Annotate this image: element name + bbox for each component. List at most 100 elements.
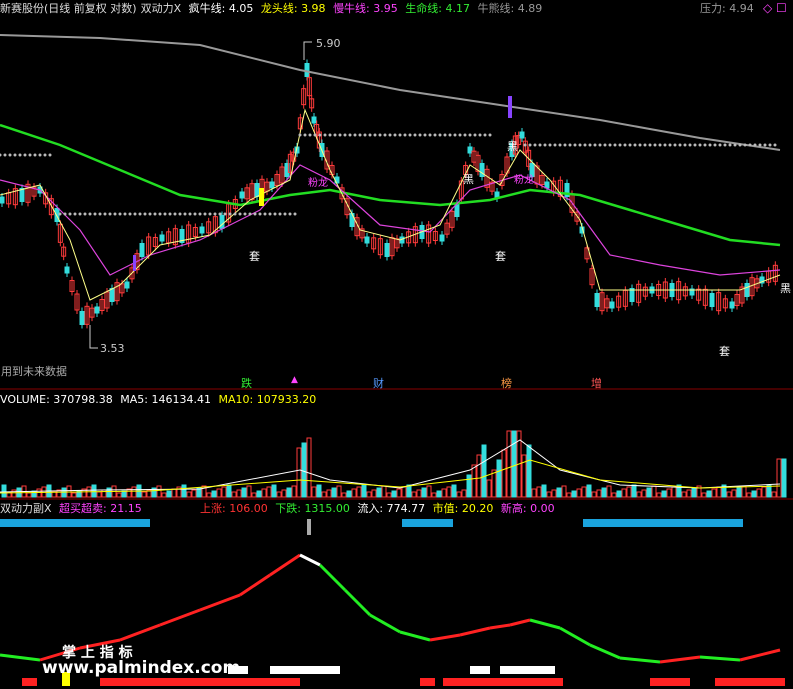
sub-name[interactable]: 双动力副X [0,502,52,515]
volume-bar [426,485,432,498]
tag-zeng[interactable]: 增 [591,375,602,391]
volume-bar [541,484,547,498]
volume-bar [671,486,677,498]
pressure-dot [73,212,77,216]
tag-cai[interactable]: 财 [373,375,384,391]
pressure-dot [318,133,322,137]
oscillator-segment [589,643,621,660]
pressure-dot [103,212,107,216]
sub-market-cap: 市值: 20.20 [432,502,494,515]
pressure-dot [118,212,122,216]
volume-bar [526,444,532,498]
pressure-dot [233,212,237,216]
signal-hei-1: 黑 [463,173,474,186]
pressure-dot [608,143,612,147]
volume-bar [651,485,657,498]
volume-bar [511,430,517,498]
pressure-dot [758,143,762,147]
pressure-dot [708,143,712,147]
volume-bar [486,479,492,498]
volume-bar [611,492,617,498]
volume-bar [776,458,782,498]
volume-bar [356,486,362,498]
volume-bar [691,487,697,498]
volume-bar [186,491,192,498]
volume-bar [556,487,562,498]
candle-body [544,181,550,189]
tag-bang[interactable]: 榜 [501,375,512,391]
pressure-dot [533,143,537,147]
pressure-dot [158,212,162,216]
volume-bar [296,447,302,498]
pressure-dot [723,143,727,147]
volume-bar [636,491,642,498]
volume-bar [271,484,277,498]
pressure-dot [718,143,722,147]
max-price-label: 5.90 [316,37,341,50]
volume-bar [96,491,102,498]
pressure-dot [108,212,112,216]
volume-bar [546,491,552,498]
pressure-dot [88,212,92,216]
volume-bar [466,474,472,498]
pressure-dot [183,212,187,216]
volume-bar [451,484,457,498]
pressure-dot [228,212,232,216]
volume-bar [781,458,787,498]
pressure-dot [563,143,567,147]
pressure-dot [368,133,372,137]
pressure-dot [398,133,402,137]
pressure-dot [283,212,287,216]
pressure-dot [648,143,652,147]
pressure-dot [613,143,617,147]
bottom-strip-red [100,678,300,686]
oscillator-segment [459,626,491,637]
pressure-dot [333,133,337,137]
candle-body [594,293,600,307]
volume-bar [741,485,747,498]
max-pointer [303,41,312,60]
oscillator-segment [509,618,531,627]
oscillator-segment [429,633,461,642]
candle-body [94,306,100,314]
volume-bar [336,485,342,498]
pressure-dot [703,143,707,147]
oscillator-segment [299,553,321,567]
volume-bar [141,491,147,498]
volume-bar [231,491,237,498]
volume-bar [236,489,242,498]
volume-ma5-line [0,439,781,493]
signal-bar-blue [402,519,453,527]
pressure-dot [698,143,702,147]
volume-bar [531,488,537,498]
pressure-dot [578,143,582,147]
volume-bar [161,492,167,498]
candle-body [79,311,85,325]
pressure-dot [143,212,147,216]
volume-bar [156,485,162,498]
signal-tao-1: 套 [249,250,260,263]
volume-bar [321,491,327,498]
pressure-dot [418,133,422,137]
volume-bar [36,488,42,498]
volume-bar [251,492,257,498]
pressure-dot [588,143,592,147]
volume-bar [386,492,392,498]
tag-die[interactable]: 跌 [241,375,252,391]
oscillator-segment [239,573,271,597]
sub-inflow: 流入: 774.77 [357,502,426,515]
pressure-dot [218,212,222,216]
volume-bar [506,430,512,498]
pressure-dot [323,133,327,137]
oscillator-segment [619,656,661,664]
volume-bar [441,488,447,498]
pressure-dot [693,143,697,147]
sub-up: 上涨: 106.00 [200,502,268,515]
volume-bar [561,485,567,498]
future-data-note: 用到未来数据 [1,365,67,378]
volume-bar [586,484,592,498]
pressure-dot [363,133,367,137]
volume-bar [396,488,402,498]
oscillator-segment [529,618,561,630]
volume-bar [711,488,717,498]
